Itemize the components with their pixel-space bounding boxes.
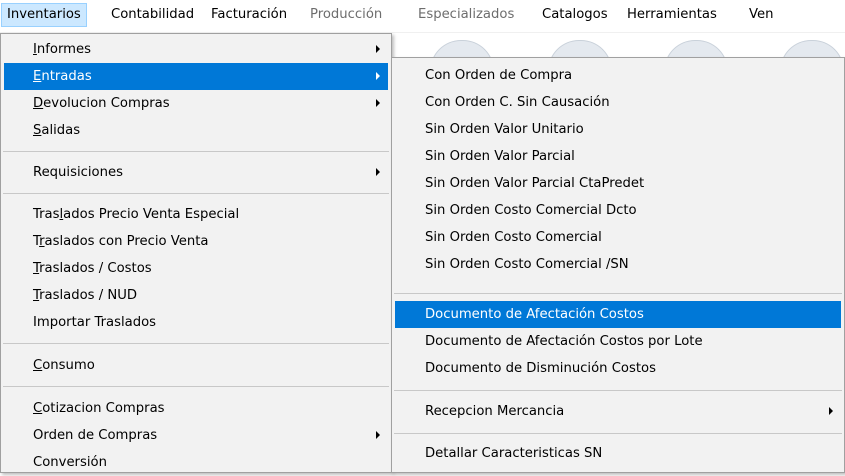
menu-item-label: Sin Orden Valor Parcial xyxy=(425,149,575,164)
menu-separator xyxy=(3,151,389,152)
menubar-contabilidad[interactable]: Contabilidad xyxy=(106,3,199,27)
menu-item-importar-traslados[interactable]: Importar Traslados xyxy=(4,309,388,336)
submenu-item-documento-disminucion-costos[interactable]: Documento de Disminución Costos xyxy=(395,355,841,382)
menu-item-label: Importar Traslados xyxy=(33,315,157,330)
chevron-right-icon xyxy=(376,45,380,53)
menu-item-orden-de-compras[interactable]: Orden de Compras xyxy=(4,422,388,449)
menubar-ventas[interactable]: Ven xyxy=(744,3,778,27)
chevron-right-icon xyxy=(829,407,833,415)
menu-item-label: Entradas xyxy=(33,69,92,84)
menu-item-label: Documento de Afectación Costos xyxy=(425,307,644,322)
menu-item-conversion[interactable]: Conversión xyxy=(4,449,388,476)
menu-item-devolucion-compras[interactable]: Devolucion Compras xyxy=(4,90,388,117)
menu-item-traslados-costos[interactable]: Traslados / Costos xyxy=(4,255,388,282)
menu-item-label: Informes xyxy=(33,42,91,57)
menubar-produccion: Producción xyxy=(310,7,383,22)
submenu-item-sin-orden-costo-comercial[interactable]: Sin Orden Costo Comercial xyxy=(395,224,841,251)
submenu-item-sin-orden-costo-comercial-sn[interactable]: Sin Orden Costo Comercial /SN xyxy=(395,251,841,278)
submenu-item-recepcion-mercancia[interactable]: Recepcion Mercancia xyxy=(395,398,841,425)
menu-item-label: Traslados / Costos xyxy=(33,261,152,276)
menu-item-label: Sin Orden Valor Parcial CtaPredet xyxy=(425,176,645,191)
menu-item-label: Documento de Afectación Costos por Lote xyxy=(425,334,703,349)
menu-item-label: Salidas xyxy=(33,123,81,138)
submenu-item-sin-orden-valor-parcial[interactable]: Sin Orden Valor Parcial xyxy=(395,143,841,170)
submenu-item-con-orden-de-compra[interactable]: Con Orden de Compra xyxy=(395,62,841,89)
menu-item-label: Traslados Precio Venta Especial xyxy=(33,207,240,222)
menu-bar: Inventarios Contabilidad Facturación Pro… xyxy=(0,0,845,33)
menu-item-label: Orden de Compras xyxy=(33,428,158,443)
menu-separator xyxy=(3,193,389,194)
submenu-item-sin-orden-costo-comercial-dcto[interactable]: Sin Orden Costo Comercial Dcto xyxy=(395,197,841,224)
menu-item-label: Recepcion Mercancia xyxy=(425,404,565,419)
chevron-right-icon xyxy=(376,168,380,176)
submenu-item-sin-orden-valor-parcial-ctapredet[interactable]: Sin Orden Valor Parcial CtaPredet xyxy=(395,170,841,197)
entradas-submenu: Con Orden de Compra Con Orden C. Sin Cau… xyxy=(391,57,845,473)
menu-separator xyxy=(394,433,842,434)
menu-item-entradas[interactable]: Entradas xyxy=(4,63,388,90)
menu-item-traslados-precio-venta-especial[interactable]: Traslados Precio Venta Especial xyxy=(4,201,388,228)
chevron-right-icon xyxy=(376,99,380,107)
menu-item-label: Con Orden de Compra xyxy=(425,68,573,83)
menu-item-label: Requisiciones xyxy=(33,165,123,180)
menu-item-informes[interactable]: Informes xyxy=(4,36,388,63)
submenu-item-detallar-caracteristicas-sn[interactable]: Detallar Caracteristicas SN xyxy=(395,440,841,467)
menubar-especializados: Especializados xyxy=(418,7,515,22)
menu-item-label: Cotizacion Compras xyxy=(33,401,165,416)
menu-item-traslados-nud[interactable]: Traslados / NUD xyxy=(4,282,388,309)
menu-item-salidas[interactable]: Salidas xyxy=(4,117,388,144)
menu-item-cotizacion-compras[interactable]: Cotizacion Compras xyxy=(4,395,388,422)
menu-item-label: Traslados / NUD xyxy=(33,288,138,303)
menu-item-requisiciones[interactable]: Requisiciones xyxy=(4,159,388,186)
menu-item-consumo[interactable]: Consumo xyxy=(4,352,388,379)
chevron-right-icon xyxy=(376,431,380,439)
menu-item-label: Sin Orden Costo Comercial Dcto xyxy=(425,203,637,218)
menubar-inventarios[interactable]: Inventarios xyxy=(1,3,87,27)
menubar-facturacion[interactable]: Facturación xyxy=(206,3,292,27)
submenu-item-documento-afectacion-costos-por-lote[interactable]: Documento de Afectación Costos por Lote xyxy=(395,328,841,355)
menu-item-label: Sin Orden Valor Unitario xyxy=(425,122,584,137)
menubar-catalogos[interactable]: Catalogos xyxy=(537,3,613,27)
menu-item-label: Detallar Caracteristicas SN xyxy=(425,446,603,461)
submenu-item-sin-orden-valor-unitario[interactable]: Sin Orden Valor Unitario xyxy=(395,116,841,143)
menu-item-label: Conversión xyxy=(33,455,107,470)
menu-item-label: Devolucion Compras xyxy=(33,96,170,111)
submenu-item-documento-afectacion-costos[interactable]: Documento de Afectación Costos xyxy=(395,301,841,328)
menu-separator xyxy=(3,343,389,344)
menu-item-label: Documento de Disminución Costos xyxy=(425,361,656,376)
menu-item-label: Sin Orden Costo Comercial xyxy=(425,230,602,245)
menu-item-label: Traslados con Precio Venta xyxy=(33,234,209,249)
menu-item-label: Sin Orden Costo Comercial /SN xyxy=(425,257,629,272)
menubar-herramientas[interactable]: Herramientas xyxy=(622,3,722,27)
submenu-item-con-orden-sin-causacion[interactable]: Con Orden C. Sin Causación xyxy=(395,89,841,116)
menu-separator xyxy=(3,386,389,387)
menu-item-label: Con Orden C. Sin Causación xyxy=(425,95,610,110)
menu-separator xyxy=(394,390,842,391)
inventarios-menu: Informes Entradas Devolucion Compras Sal… xyxy=(0,33,392,473)
menu-item-traslados-con-precio-venta[interactable]: Traslados con Precio Venta xyxy=(4,228,388,255)
menu-item-label: Consumo xyxy=(33,358,95,373)
menu-separator xyxy=(394,293,842,294)
chevron-right-icon xyxy=(376,72,380,80)
